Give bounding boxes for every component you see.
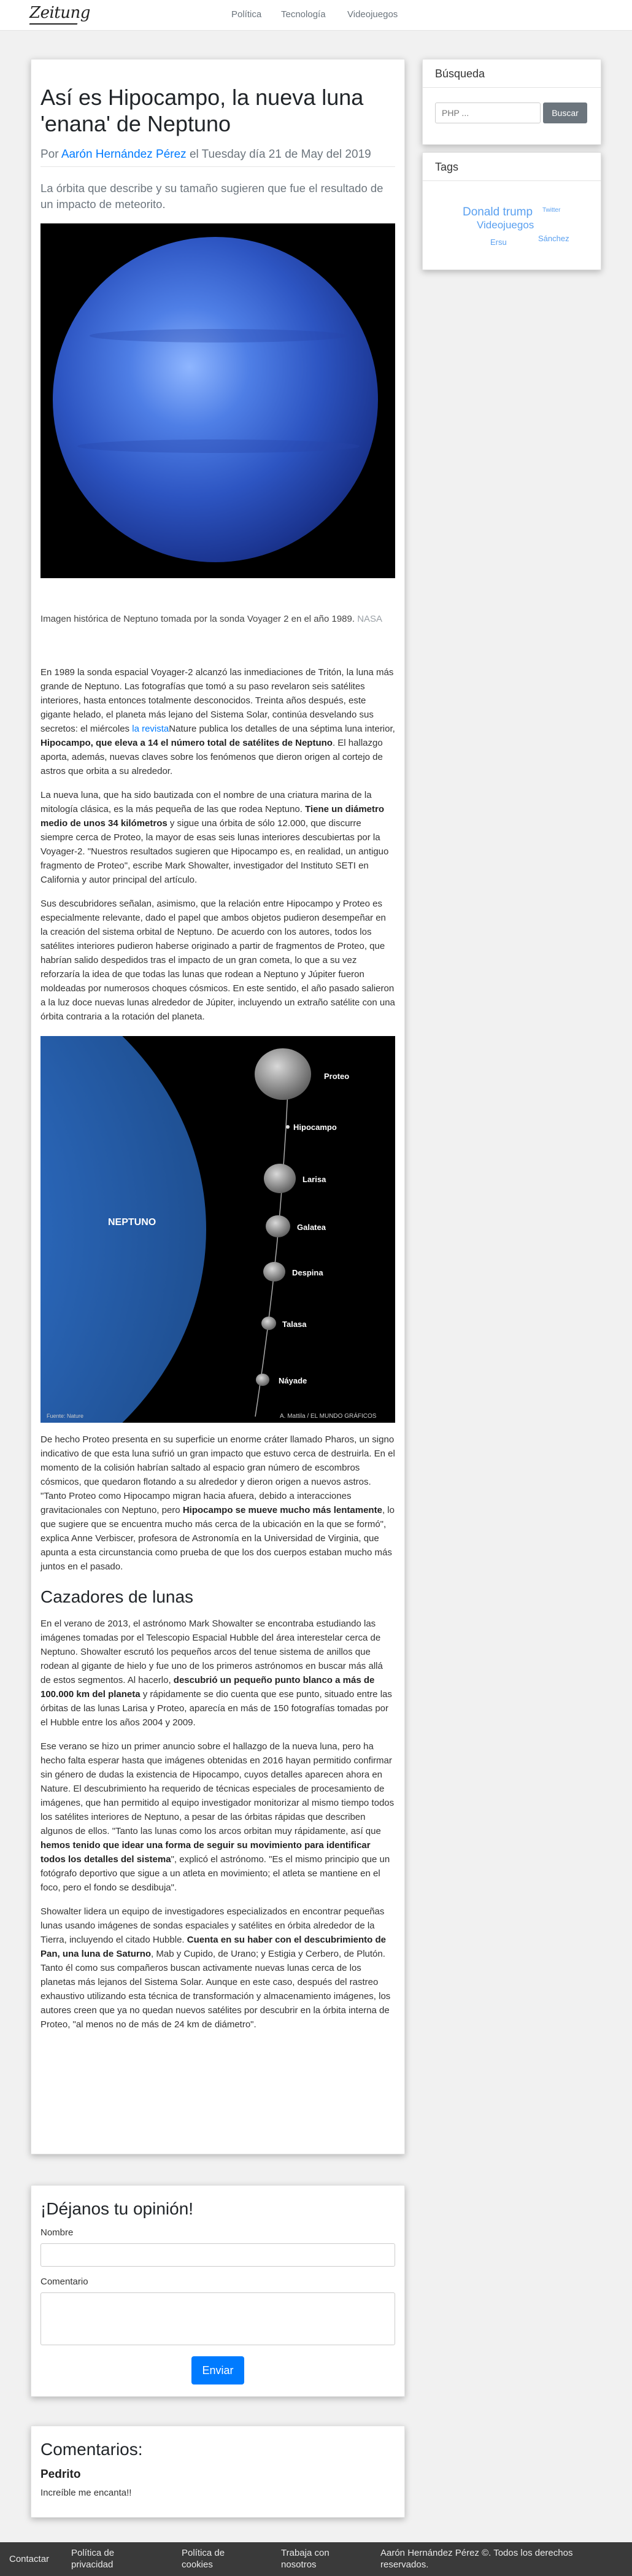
text-span: , Mab y Cupido, de Urano; y Estigia y Ce… xyxy=(40,1949,391,2030)
caption-source-link[interactable]: NASA xyxy=(357,614,382,624)
tag-twitter[interactable]: Twitter xyxy=(542,207,560,214)
comment-label: Comentario xyxy=(40,2276,88,2287)
tags-widget-title: Tags xyxy=(423,153,601,181)
neptune-photo xyxy=(40,223,395,578)
comment-author: Pedrito xyxy=(40,2468,81,2481)
name-label: Nombre xyxy=(40,2227,74,2238)
nav-link-politica[interactable]: Política xyxy=(231,9,261,20)
comment-textarea[interactable] xyxy=(40,2292,395,2345)
moon-despina xyxy=(263,1262,285,1282)
text-span: Nature publica los detalles de una sépti… xyxy=(169,724,395,734)
tag-sanchez[interactable]: Sánchez xyxy=(538,234,569,243)
moon-galatea xyxy=(266,1215,290,1237)
moon-label-larisa: Larisa xyxy=(303,1175,326,1184)
nav-link-tecnologia[interactable]: Tecnología xyxy=(281,9,326,20)
search-button[interactable]: Buscar xyxy=(543,102,587,123)
footer: Contactar Política de privacidad Polític… xyxy=(0,2542,632,2576)
form-title: ¡Déjanos tu opinión! xyxy=(40,2199,194,2218)
byline-prefix: Por xyxy=(40,148,59,161)
paragraph: En el verano de 2013, el astrónomo Mark … xyxy=(40,1617,395,1730)
moon-hipocampo xyxy=(286,1125,290,1129)
tag-ersu[interactable]: Ersu xyxy=(490,238,507,247)
caption-text: Imagen histórica de Neptuno tomada por l… xyxy=(40,614,355,624)
planet-band xyxy=(77,439,360,453)
moon-label-hipocampo: Hipocampo xyxy=(293,1123,337,1132)
moon-proteo xyxy=(255,1048,311,1100)
moons-diagram: NEPTUNO Proteo Hipocampo Larisa Galatea … xyxy=(40,1036,395,1423)
author-link[interactable]: Aarón Hernández Pérez xyxy=(61,148,187,161)
search-widget: Búsqueda Buscar xyxy=(422,59,601,145)
article-title: Así es Hipocampo, la nueva luna 'enana' … xyxy=(40,85,364,136)
diagram-planet-label: NEPTUNO xyxy=(108,1217,156,1228)
article-lead: La órbita que describe y su tamaño sugie… xyxy=(40,182,383,211)
name-input[interactable] xyxy=(40,2243,395,2267)
tag-donald-trump[interactable]: Donald trump xyxy=(463,206,533,219)
footer-link-contactar[interactable]: Contactar xyxy=(9,2553,49,2565)
moon-label-galatea: Galatea xyxy=(297,1223,326,1232)
paragraph: De hecho Proteo presenta en su superfici… xyxy=(40,1433,395,1574)
comment-text: Increíble me encanta!! xyxy=(40,2488,132,2498)
moon-label-despina: Despina xyxy=(292,1268,323,1277)
article-byline: Por Aarón Hernández Pérez el Tuesday día… xyxy=(40,148,395,161)
moon-label-nayade: Náyade xyxy=(279,1376,307,1385)
moon-larisa xyxy=(264,1164,296,1193)
text-span: De hecho Proteo presenta en su superfici… xyxy=(40,1434,395,1515)
moon-talasa xyxy=(261,1317,276,1330)
neptune-planet-image xyxy=(53,237,378,562)
tags-widget: Tags Donald trump Twitter Videojuegos Er… xyxy=(422,152,601,270)
planet-band xyxy=(90,329,347,342)
submit-button[interactable]: Enviar xyxy=(191,2356,244,2385)
footer-link-privacidad[interactable]: Política de privacidad xyxy=(71,2547,133,2570)
brand-logo[interactable]: Zeitung xyxy=(29,4,90,22)
section-heading: Cazadores de lunas xyxy=(40,1587,194,1606)
paragraph: Sus descubridores señalan, asimismo, que… xyxy=(40,899,395,1022)
nav-link-videojuegos[interactable]: Videojuegos xyxy=(347,9,398,20)
search-input[interactable] xyxy=(435,102,541,123)
paragraph: Showalter lidera un equipo de investigad… xyxy=(40,1905,395,2032)
bold-text: Hipocampo, que eleva a 14 el número tota… xyxy=(40,738,333,748)
footer-link-trabaja[interactable]: Trabaja con nosotros xyxy=(281,2547,342,2570)
comments-section: Comentarios: Pedrito Increíble me encant… xyxy=(31,2426,405,2518)
photo-caption: Imagen histórica de Neptuno tomada por l… xyxy=(40,613,395,626)
byline-date: el Tuesday día 21 de May del 2019 xyxy=(189,148,371,161)
paragraph: En 1989 la sonda espacial Voyager-2 alca… xyxy=(40,665,395,778)
diagram-source: Fuente: Nature xyxy=(47,1413,83,1419)
footer-copyright: Aarón Hernández Pérez ©. Todos los derec… xyxy=(380,2548,573,2570)
inline-link[interactable]: la revista xyxy=(132,724,169,734)
moons-diagram-svg: NEPTUNO Proteo Hipocampo Larisa Galatea … xyxy=(40,1036,395,1423)
tag-videojuegos[interactable]: Videojuegos xyxy=(477,219,534,231)
moon-nayade xyxy=(256,1374,269,1386)
search-widget-title: Búsqueda xyxy=(423,60,601,88)
top-navbar: Zeitung Política Tecnología Videojuegos xyxy=(0,0,632,31)
paragraph: La nueva luna, que ha sido bautizada con… xyxy=(40,788,395,887)
comments-title: Comentarios: xyxy=(40,2440,143,2459)
brand-underline xyxy=(29,23,78,25)
text-span: Ese verano se hizo un primer anuncio sob… xyxy=(40,1741,395,1836)
comment-form: ¡Déjanos tu opinión! Nombre Comentario E… xyxy=(31,2185,405,2397)
diagram-credit: A. Mattila / EL MUNDO GRÁFICOS xyxy=(280,1412,377,1420)
divider xyxy=(40,166,395,167)
article-card: Así es Hipocampo, la nueva luna 'enana' … xyxy=(31,59,405,2154)
bold-text: Hipocampo se mueve mucho más lentamente xyxy=(182,1505,382,1515)
moon-label-proteo: Proteo xyxy=(324,1072,349,1081)
footer-link-cookies[interactable]: Política de cookies xyxy=(182,2547,240,2570)
paragraph: Ese verano se hizo un primer anuncio sob… xyxy=(40,1739,395,1895)
moon-label-talasa: Talasa xyxy=(282,1320,307,1329)
